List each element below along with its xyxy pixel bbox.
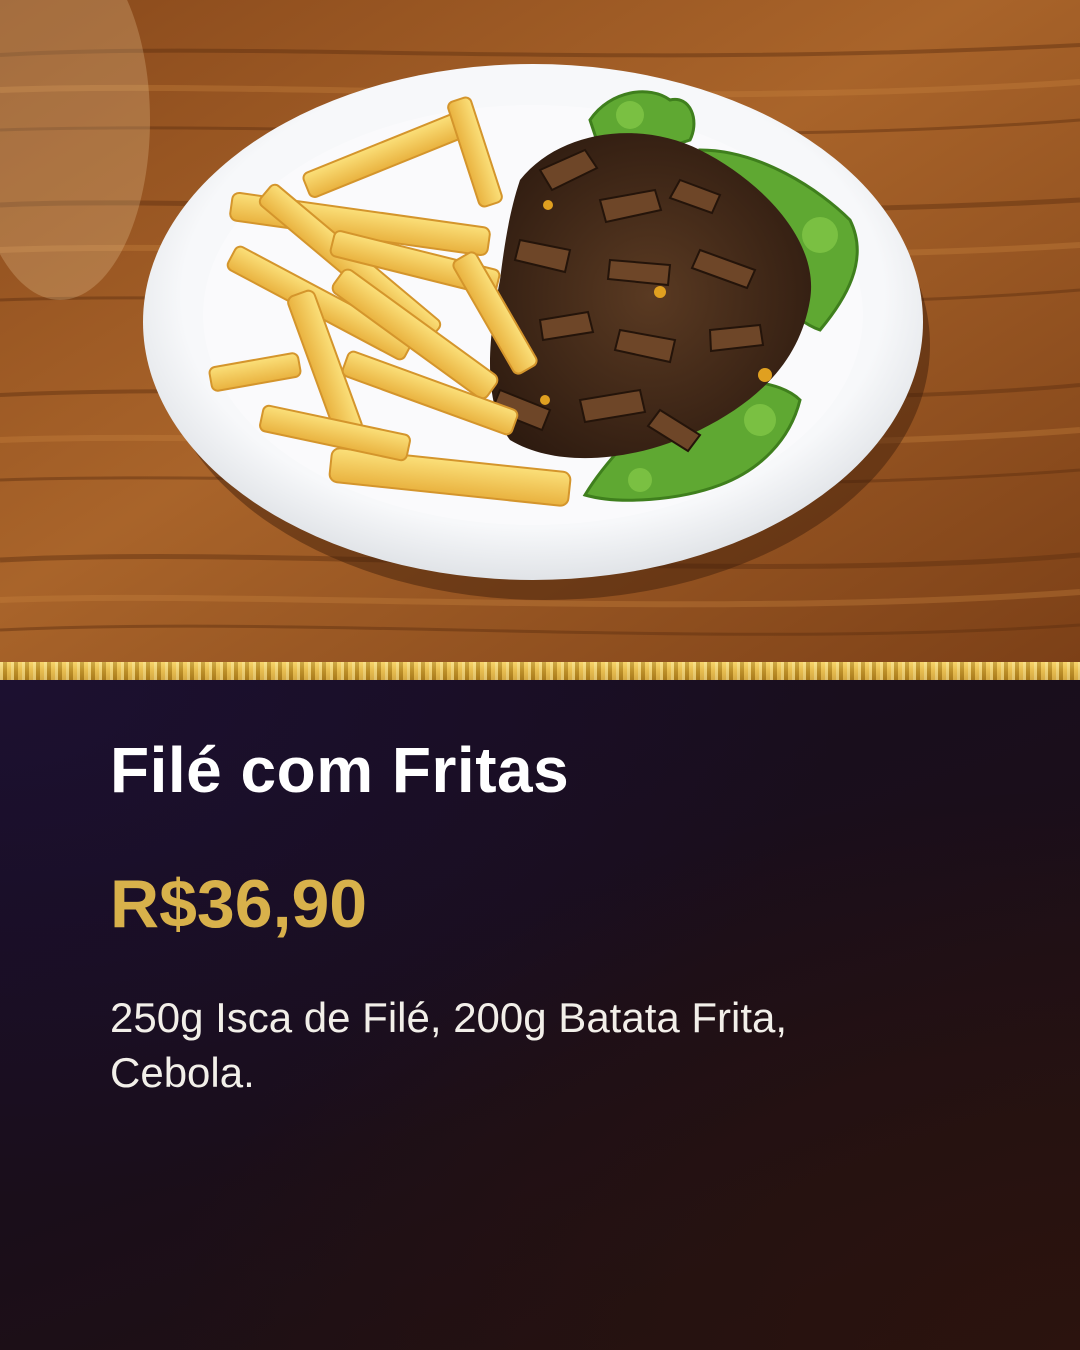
dish-photo [0,0,1080,664]
product-description: 250g Isca de Filé, 200g Batata Frita, Ce… [110,994,788,1096]
product-title: Filé com Fritas [110,734,570,806]
product-price: R$36,90 [110,866,368,942]
gold-divider [0,662,1080,680]
